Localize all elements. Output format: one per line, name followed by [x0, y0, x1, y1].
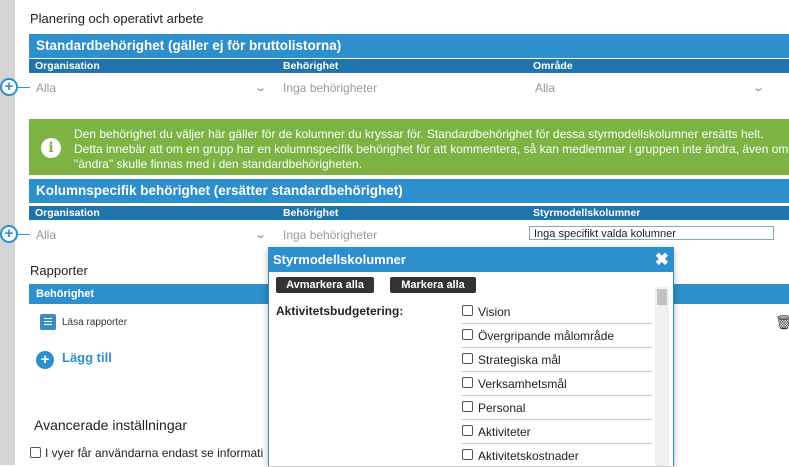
organisation-select[interactable]: Alla [36, 228, 56, 242]
column-organisation: Organisation [35, 60, 100, 72]
omrade-select[interactable]: Alla [535, 81, 555, 95]
standard-column-headers: Organisation Behörighet Område [29, 59, 789, 73]
option-verksamhetsmal[interactable]: Verksamhetsmål [462, 371, 652, 396]
info-box: Den behörighet du väljer här gäller för … [29, 119, 789, 175]
column-behorighet: Behörighet [283, 207, 339, 219]
popup-scroll-thumb[interactable] [657, 289, 667, 305]
advanced-checkbox[interactable] [30, 447, 41, 458]
standard-header: Standardbehörighet (gäller ej för brutto… [29, 34, 789, 58]
checkbox-icon[interactable] [462, 425, 473, 436]
popup-scrollbar[interactable] [655, 287, 669, 466]
add-row-plus-icon[interactable]: + [0, 78, 18, 96]
styrmodell-input[interactable]: Inga specifikt valda kolumner [529, 226, 774, 240]
unmark-all-button[interactable]: Avmarkera alla [276, 277, 374, 293]
column-styrmodell: Styrmodellskolumner [533, 207, 641, 219]
kolumn-header: Kolumnspecifik behörighet (ersätter stan… [29, 179, 789, 203]
trash-icon[interactable]: 🗑 [775, 314, 789, 331]
advanced-checkbox-label: I vyer får användarna endast se informat… [45, 446, 264, 460]
chevron-down-icon[interactable]: ⌄ [254, 228, 267, 241]
checkbox-icon[interactable] [462, 449, 473, 460]
connector-line [18, 234, 30, 235]
info-line-3: "ändra" skulle finnas med i den standard… [74, 157, 363, 171]
kolumn-column-headers: Organisation Behörighet Styrmodellskolum… [29, 206, 789, 220]
option-personal[interactable]: Personal [462, 395, 652, 420]
behorighet-select[interactable]: Inga behörigheter [283, 81, 377, 95]
advanced-title: Avancerade inställningar [34, 417, 188, 433]
option-strategiska[interactable]: Strategiska mål [462, 347, 652, 372]
column-omrade: Område [533, 60, 573, 72]
chevron-down-icon[interactable]: ⌄ [254, 81, 267, 94]
checkbox-icon[interactable] [462, 329, 473, 340]
organisation-select[interactable]: Alla [36, 81, 56, 95]
option-overgripande[interactable]: Övergripande målområde [462, 323, 652, 348]
section-title: Planering och operativt arbete [30, 11, 204, 26]
styrmodell-popup: Styrmodellskolumner ✖ Avmarkera alla Mar… [268, 247, 674, 466]
checkbox-icon[interactable] [462, 353, 473, 364]
checkbox-icon[interactable] [462, 401, 473, 412]
column-organisation: Organisation [35, 207, 100, 219]
option-aktiviteter[interactable]: Aktiviteter [462, 419, 652, 444]
behorighet-select[interactable]: Inga behörigheter [283, 228, 377, 242]
popup-title: Styrmodellskolumner [269, 248, 673, 272]
group-label: Aktivitetsbudgetering: [276, 304, 404, 318]
add-link[interactable]: Lägg till [62, 350, 112, 365]
option-vision[interactable]: Vision [462, 299, 652, 324]
chevron-down-icon[interactable]: ⌄ [752, 81, 765, 94]
checkbox-icon[interactable] [462, 377, 473, 388]
option-aktivitetskostnader[interactable]: Aktivitetskostnader [462, 443, 652, 467]
rapport-item: Läsa rapporter [62, 317, 128, 328]
info-line-2: Detta innebär att om en grupp har en kol… [74, 142, 789, 156]
info-line-1: Den behörighet du väljer här gäller för … [74, 127, 764, 141]
close-icon[interactable]: ✖ [655, 250, 669, 270]
mark-all-button[interactable]: Markera alla [390, 277, 476, 293]
plus-circle-icon[interactable]: + [36, 351, 54, 369]
checkbox-icon[interactable] [462, 305, 473, 316]
book-icon [40, 314, 56, 330]
rapporter-title: Rapporter [30, 263, 88, 278]
connector-line [18, 87, 30, 88]
info-icon: i [41, 138, 61, 158]
add-row-plus-icon[interactable]: + [0, 225, 18, 243]
column-behorighet: Behörighet [283, 60, 339, 72]
